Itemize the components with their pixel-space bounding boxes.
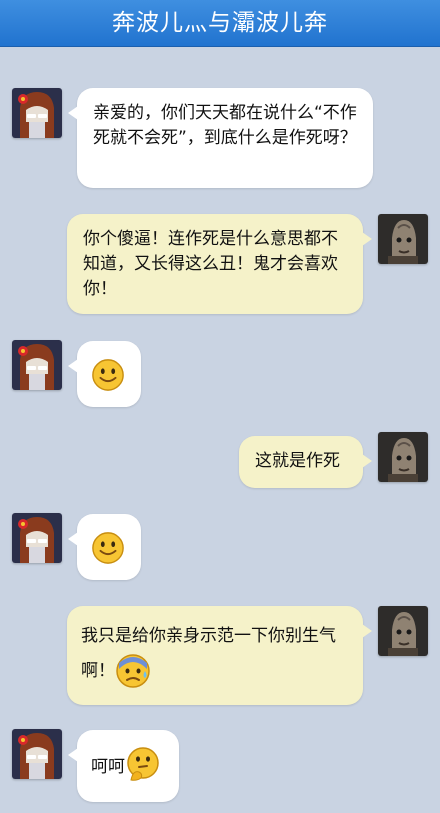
monster-avatar-icon[interactable] [378, 432, 428, 482]
smile-emoji-icon [91, 531, 125, 565]
message-bubble-received[interactable] [68, 341, 141, 407]
message-bubble-received[interactable]: 亲爱的，你们天天都在说什么“不作死就不会死”，到底什么是作死呀？ [68, 88, 373, 188]
smile-emoji-icon [91, 358, 125, 392]
message-bubble-sent[interactable]: 你个傻逼！连作死是什么意思都不知道，又长得这么丑！鬼才会喜欢你！ [67, 214, 372, 314]
message-text: 这就是作死 [255, 451, 340, 471]
message-text: 呵呵 [91, 757, 125, 777]
message-bubble-sent[interactable]: 我只是给你亲身示范一下你别生气啊！ [67, 606, 372, 705]
girl-avatar-icon[interactable] [12, 340, 62, 390]
message-bubble-received[interactable]: 呵呵 [68, 730, 179, 802]
message-text: 亲爱的，你们天天都在说什么“不作死就不会死”，到底什么是作死呀？ [93, 103, 357, 148]
message-bubble-received[interactable] [68, 514, 141, 580]
girl-avatar-icon[interactable] [12, 729, 62, 779]
nervous-sweat-emoji-icon [115, 653, 151, 689]
monster-avatar-icon[interactable] [378, 214, 428, 264]
chat-title: 奔波儿灬与灞波儿奔 [0, 0, 440, 47]
thinking-emoji-icon [125, 746, 161, 782]
girl-avatar-icon[interactable] [12, 513, 62, 563]
message-bubble-sent[interactable]: 这就是作死 [239, 436, 372, 488]
message-text: 你个傻逼！连作死是什么意思都不知道，又长得这么丑！鬼才会喜欢你！ [83, 229, 338, 299]
monster-avatar-icon[interactable] [378, 606, 428, 656]
girl-avatar-icon[interactable] [12, 88, 62, 138]
